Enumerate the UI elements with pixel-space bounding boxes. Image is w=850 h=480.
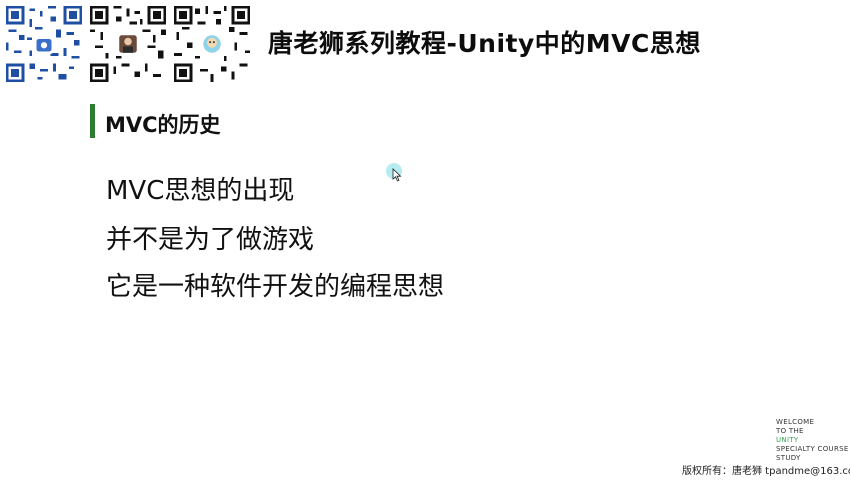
brand-line: SPECIALTY COURSE [776, 445, 849, 453]
avatar-badge [202, 34, 222, 54]
brand-line: WELCOME [776, 418, 815, 426]
content-line-3: 它是一种软件开发的编程思想 [106, 272, 445, 302]
brand-block: WELCOME TO THE UNITY SPECIALTY COURSE ST… [776, 418, 849, 463]
mouse-cursor-icon [392, 168, 402, 182]
qr-code-1 [6, 6, 82, 82]
brand-line-accent: UNITY [776, 436, 799, 444]
content-line-1: MVC思想的出现 [106, 176, 295, 206]
qr-code-3 [174, 6, 250, 82]
copyright-text: 版权所有：唐老狮 tpandme@163.com [682, 466, 850, 477]
brand-line: TO THE [776, 427, 804, 435]
avatar-badge [34, 34, 54, 54]
qr-code-2 [90, 6, 166, 82]
page-title: 唐老狮系列教程-Unity中的MVC思想 [268, 29, 701, 58]
section-accent-bar [90, 104, 95, 138]
content-line-2: 并不是为了做游戏 [106, 225, 315, 255]
photo-badge [118, 34, 138, 54]
section-title: MVC的历史 [105, 113, 221, 137]
